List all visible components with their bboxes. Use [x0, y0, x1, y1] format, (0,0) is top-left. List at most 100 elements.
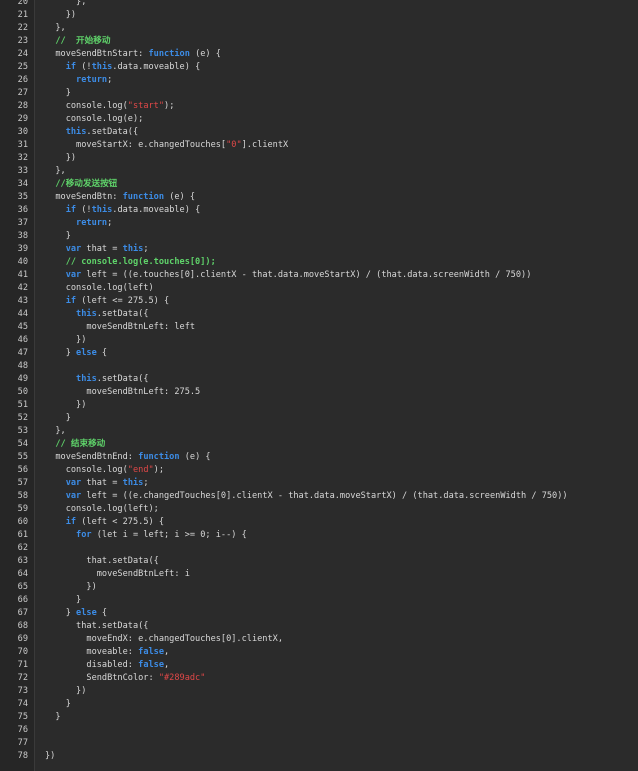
code-token: .setData({ — [96, 374, 149, 384]
code-line[interactable]: 47 } else { — [0, 347, 638, 360]
code-line[interactable]: 27 } — [0, 87, 638, 100]
code-token: moveSendBtnLeft: i — [45, 569, 190, 579]
code-text: // 结束移动 — [28, 438, 105, 451]
code-text: moveEndX: e.changedTouches[0].clientX, — [28, 633, 283, 646]
code-line[interactable]: 60 if (left < 275.5) { — [0, 516, 638, 529]
code-line[interactable]: 69 moveEndX: e.changedTouches[0].clientX… — [0, 633, 638, 646]
code-line[interactable]: 58 var left = ((e.changedTouches[0].clie… — [0, 490, 638, 503]
code-line[interactable]: 61 for (let i = left; i >= 0; i--) { — [0, 529, 638, 542]
code-line[interactable]: 53 }, — [0, 425, 638, 438]
code-editor[interactable]: 20 }, 21 }) 22 }, 23 // 开始移动 24 moveSendBtnS… — [0, 0, 638, 771]
code-line[interactable]: 41 var left = ((e.touches[0].clientX - t… — [0, 269, 638, 282]
code-line[interactable]: 62 — [0, 542, 638, 555]
code-line[interactable]: 68 that.setData({ — [0, 620, 638, 633]
code-line[interactable]: 70 moveable: false, — [0, 646, 638, 659]
code-line[interactable]: 57 var that = this; — [0, 477, 638, 490]
line-number: 71 — [17, 660, 28, 670]
code-text: }) — [28, 581, 96, 594]
code-token: this — [65, 127, 87, 137]
line-number: 29 — [17, 114, 28, 124]
code-line[interactable]: 55 moveSendBtnEnd: function (e) { — [0, 451, 638, 464]
code-line[interactable]: 48 — [0, 360, 638, 373]
code-line[interactable]: 73 }) — [0, 685, 638, 698]
code-line[interactable]: 71 disabled: false, — [0, 659, 638, 672]
code-line[interactable]: 35 moveSendBtn: function (e) { — [0, 191, 638, 204]
code-line[interactable]: 66 } — [0, 594, 638, 607]
code-line[interactable]: 46 }) — [0, 334, 638, 347]
code-line[interactable]: 26 return; — [0, 74, 638, 87]
code-line[interactable]: 64 moveSendBtnLeft: i — [0, 568, 638, 581]
code-line[interactable]: 67 } else { — [0, 607, 638, 620]
code-line[interactable]: 42 console.log(left) — [0, 282, 638, 295]
code-line[interactable]: 37 return; — [0, 217, 638, 230]
code-line[interactable]: 75 } — [0, 711, 638, 724]
code-token: console.log(e); — [45, 114, 144, 124]
code-line[interactable]: 34 //移动发送按钮 — [0, 178, 638, 191]
code-line[interactable]: 45 moveSendBtnLeft: left — [0, 321, 638, 334]
code-line[interactable]: 33 }, — [0, 165, 638, 178]
code-token: .setData({ — [86, 127, 139, 137]
code-line[interactable]: 22 }, — [0, 22, 638, 35]
code-line[interactable]: 54 // 结束移动 — [0, 438, 638, 451]
code-line[interactable]: 21 }) — [0, 9, 638, 22]
code-token: // 结束移动 — [55, 439, 106, 449]
code-line[interactable]: 32 }) — [0, 152, 638, 165]
code-line[interactable]: 20 }, — [0, 0, 638, 9]
code-line[interactable]: 31 moveStartX: e.changedTouches["0"].cli… — [0, 139, 638, 152]
code-line[interactable]: 77 — [0, 737, 638, 750]
code-line[interactable]: 74 } — [0, 698, 638, 711]
code-line[interactable]: 39 var that = this; — [0, 243, 638, 256]
code-text: }) — [28, 9, 76, 22]
code-line[interactable]: 23 // 开始移动 — [0, 35, 638, 48]
code-line[interactable]: 28 console.log("start"); — [0, 100, 638, 113]
code-token: }) — [45, 10, 77, 20]
code-token: (! — [76, 205, 92, 215]
code-text: if (left < 275.5) { — [28, 516, 164, 529]
code-line[interactable]: 29 console.log(e); — [0, 113, 638, 126]
code-token: }) — [45, 335, 87, 345]
code-line[interactable]: 63 that.setData({ — [0, 555, 638, 568]
line-number: 74 — [17, 699, 28, 709]
code-line[interactable]: 25 if (!this.data.moveable) { — [0, 61, 638, 74]
code-line[interactable]: 50 moveSendBtnLeft: 275.5 — [0, 386, 638, 399]
line-number: 27 — [17, 88, 28, 98]
code-token: function — [148, 49, 190, 59]
line-number: 61 — [17, 530, 28, 540]
code-line[interactable]: 36 if (!this.data.moveable) { — [0, 204, 638, 217]
code-line[interactable]: 56 console.log("end"); — [0, 464, 638, 477]
code-line[interactable]: 51 }) — [0, 399, 638, 412]
code-token: "start" — [127, 101, 165, 111]
code-line[interactable]: 44 this.setData({ — [0, 308, 638, 321]
code-token: var — [65, 491, 82, 501]
code-text: if (left <= 275.5) { — [28, 295, 170, 308]
code-token: return — [76, 218, 108, 228]
code-line[interactable]: 38 } — [0, 230, 638, 243]
code-line[interactable]: 49 this.setData({ — [0, 373, 638, 386]
code-text: } — [28, 87, 71, 100]
code-line[interactable]: 76 — [0, 724, 638, 737]
code-line[interactable]: 65 }) — [0, 581, 638, 594]
code-line[interactable]: 40 // console.log(e.touches[0]); — [0, 256, 638, 269]
code-line[interactable]: 30 this.setData({ — [0, 126, 638, 139]
code-token: }) — [45, 400, 87, 410]
code-token: // 开始移动 — [55, 36, 111, 46]
code-token: } — [45, 608, 77, 618]
code-token: "#289adc" — [158, 673, 206, 683]
code-line[interactable]: 43 if (left <= 275.5) { — [0, 295, 638, 308]
code-line[interactable]: 78}) — [0, 750, 638, 763]
line-number: 41 — [17, 270, 28, 280]
code-text: }, — [28, 0, 86, 9]
code-line[interactable]: 72 SendBtnColor: "#289adc" — [0, 672, 638, 685]
code-token: else — [76, 348, 97, 358]
code-line[interactable]: 24 moveSendBtnStart: function (e) { — [0, 48, 638, 61]
code-text: } else { — [28, 347, 107, 360]
code-text: that.setData({ — [28, 620, 148, 633]
code-line[interactable]: 59 console.log(left); — [0, 503, 638, 516]
code-line[interactable]: 52 } — [0, 412, 638, 425]
code-token: if — [65, 205, 77, 215]
line-number: 30 — [17, 127, 28, 137]
code-token: else — [76, 608, 97, 618]
